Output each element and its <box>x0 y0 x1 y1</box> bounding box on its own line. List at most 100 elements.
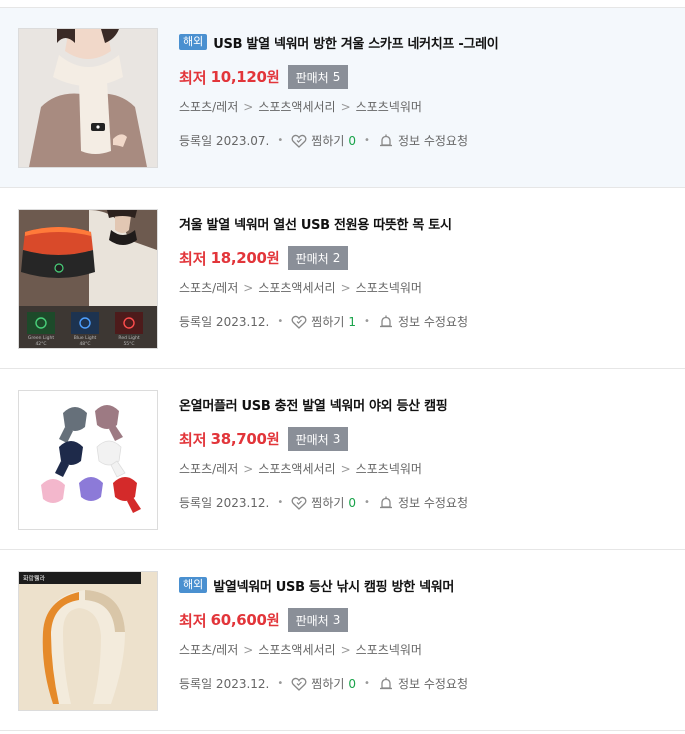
category-breadcrumb: 스포츠/레저 > 스포츠액세서리 > 스포츠넥워머 <box>179 460 422 477</box>
meta-separator: • <box>277 497 284 508</box>
overseas-badge: 해외 <box>179 577 208 593</box>
product-item: 화랑웰라 해외 발열넥워머 USB 등산 낚시 캠핑 방한 넥워머 최저 60,… <box>0 551 685 731</box>
meta-separator: • <box>364 316 370 327</box>
seller-count-button[interactable]: 판매처 3 <box>287 427 349 451</box>
breadcrumb-separator: > <box>340 281 351 295</box>
product-item: Green Light Blue Light Red Light 42°C 48… <box>0 189 685 369</box>
favorite-count: 0 <box>348 495 357 510</box>
product-title-link[interactable]: 온열머플러 USB 충전 발열 넥워머 야외 등산 캠핑 <box>179 395 448 414</box>
heart-icon <box>291 133 307 149</box>
category-link[interactable]: 스포츠넥워머 <box>356 281 422 295</box>
seller-count: 2 <box>332 251 341 265</box>
category-link[interactable]: 스포츠/레저 <box>179 643 238 657</box>
product-title-link[interactable]: USB 발열 넥워머 방한 겨울 스카프 네커치프 -그레이 <box>213 33 498 52</box>
registration-date: 등록일 2023.07. <box>179 134 270 148</box>
favorite-label: 찜하기 <box>311 315 345 329</box>
bell-icon <box>378 314 394 330</box>
registration-date: 등록일 2023.12. <box>179 496 270 510</box>
category-link[interactable]: 스포츠액세서리 <box>258 643 335 657</box>
favorite-button[interactable]: 찜하기 0 <box>291 132 356 149</box>
seller-label: 판매처 <box>295 251 329 266</box>
bell-icon <box>378 676 394 692</box>
price-unit: 원 <box>266 70 280 86</box>
bell-icon <box>378 495 394 511</box>
colored-scarves-image <box>19 391 157 529</box>
edit-request-label: 정보 수정요청 <box>397 677 469 691</box>
product-item: 해외 USB 발열 넥워머 방한 겨울 스카프 네커치프 -그레이 최저 10,… <box>0 8 685 188</box>
seller-count: 3 <box>332 432 341 446</box>
product-thumbnail[interactable] <box>18 390 158 530</box>
edit-request-label: 정보 수정요청 <box>397 315 469 329</box>
product-thumbnail[interactable]: 화랑웰라 <box>18 571 158 711</box>
favorite-label: 찜하기 <box>311 496 345 510</box>
seller-count-button[interactable]: 판매처 2 <box>287 246 349 270</box>
product-thumbnail[interactable]: Green Light Blue Light Red Light 42°C 48… <box>18 209 158 349</box>
favorite-label: 찜하기 <box>311 134 345 148</box>
category-breadcrumb: 스포츠/레저 > 스포츠액세서리 > 스포츠넥워머 <box>179 641 422 658</box>
breadcrumb-separator: > <box>243 462 254 476</box>
breadcrumb-separator: > <box>243 643 254 657</box>
neckband-warmer-image: 화랑웰라 <box>19 572 157 710</box>
category-link[interactable]: 스포츠액세서리 <box>258 281 335 295</box>
thumb-temp-label: 48°C <box>79 341 90 347</box>
category-link[interactable]: 스포츠/레저 <box>179 281 238 295</box>
meta-separator: • <box>277 678 284 689</box>
product-title-link[interactable]: 겨울 발열 넥워머 열선 USB 전원용 따뜻한 목 토시 <box>179 214 452 233</box>
breadcrumb-separator: > <box>340 643 351 657</box>
edit-request-label: 정보 수정요청 <box>397 496 469 510</box>
price-label: 최저 <box>179 611 207 630</box>
edit-request-button[interactable]: 정보 수정요청 <box>378 132 468 149</box>
neck-warmer-led-image: Green Light Blue Light Red Light 42°C 48… <box>19 210 157 348</box>
favorite-count: 0 <box>348 676 357 691</box>
seller-label: 판매처 <box>295 70 329 85</box>
seller-label: 판매처 <box>295 432 329 447</box>
favorite-count: 1 <box>348 314 357 329</box>
favorite-button[interactable]: 찜하기 0 <box>291 675 356 692</box>
thumb-temp-label: 55°C <box>123 341 134 347</box>
product-title-link[interactable]: 발열넥워머 USB 등산 낚시 캠핑 방한 넥워머 <box>213 576 454 595</box>
price-unit: 원 <box>266 432 280 448</box>
lowest-price-link[interactable]: 10,120 <box>211 68 267 86</box>
thumb-light-label: Green Light <box>28 335 55 341</box>
category-link[interactable]: 스포츠/레저 <box>179 100 238 114</box>
favorite-count: 0 <box>348 133 357 148</box>
meta-separator: • <box>364 135 370 146</box>
meta-separator: • <box>277 135 284 146</box>
registration-date: 등록일 2023.12. <box>179 315 270 329</box>
breadcrumb-separator: > <box>243 281 254 295</box>
favorite-label: 찜하기 <box>311 677 345 691</box>
price-label: 최저 <box>179 68 207 87</box>
category-link[interactable]: 스포츠넥워머 <box>356 643 422 657</box>
scarf-woman-image <box>19 29 157 167</box>
category-link[interactable]: 스포츠/레저 <box>179 462 238 476</box>
meta-separator: • <box>364 678 370 689</box>
thumb-light-label: Red Light <box>118 335 139 341</box>
category-breadcrumb: 스포츠/레저 > 스포츠액세서리 > 스포츠넥워머 <box>179 98 422 115</box>
favorite-button[interactable]: 찜하기 0 <box>291 494 356 511</box>
seller-count-button[interactable]: 판매처 5 <box>287 65 349 89</box>
lowest-price-link[interactable]: 38,700 <box>211 430 267 448</box>
meta-separator: • <box>277 316 284 327</box>
breadcrumb-separator: > <box>340 462 351 476</box>
price-label: 최저 <box>179 430 207 449</box>
category-link[interactable]: 스포츠넥워머 <box>356 462 422 476</box>
meta-separator: • <box>364 497 370 508</box>
seller-label: 판매처 <box>295 613 329 628</box>
seller-count-button[interactable]: 판매처 3 <box>287 608 349 632</box>
price-unit: 원 <box>266 613 280 629</box>
price-label: 최저 <box>179 249 207 268</box>
edit-request-button[interactable]: 정보 수정요청 <box>378 313 468 330</box>
category-link[interactable]: 스포츠넥워머 <box>356 100 422 114</box>
seller-count: 3 <box>332 613 341 627</box>
category-link[interactable]: 스포츠액세서리 <box>258 100 335 114</box>
bell-icon <box>378 133 394 149</box>
thumb-temp-label: 42°C <box>35 341 46 347</box>
price-unit: 원 <box>266 251 280 267</box>
lowest-price-link[interactable]: 60,600 <box>211 611 267 629</box>
edit-request-button[interactable]: 정보 수정요청 <box>378 494 468 511</box>
edit-request-button[interactable]: 정보 수정요청 <box>378 675 468 692</box>
lowest-price-link[interactable]: 18,200 <box>211 249 267 267</box>
product-thumbnail[interactable] <box>18 28 158 168</box>
category-link[interactable]: 스포츠액세서리 <box>258 462 335 476</box>
favorite-button[interactable]: 찜하기 1 <box>291 313 356 330</box>
